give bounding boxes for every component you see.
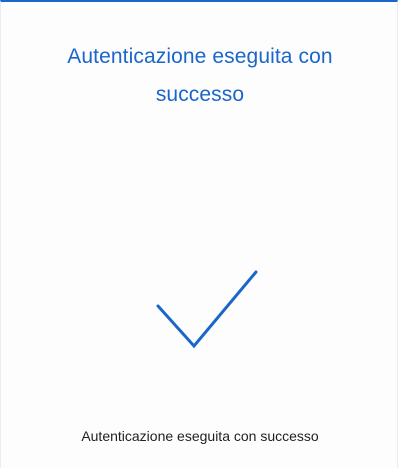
auth-result-panel: Autenticazione eseguita con successo Aut…: [0, 0, 398, 468]
checkmark-icon: [156, 270, 258, 349]
status-message: Autenticazione eseguita con successo: [81, 428, 319, 444]
page-title: Autenticazione eseguita con successo: [67, 45, 333, 106]
